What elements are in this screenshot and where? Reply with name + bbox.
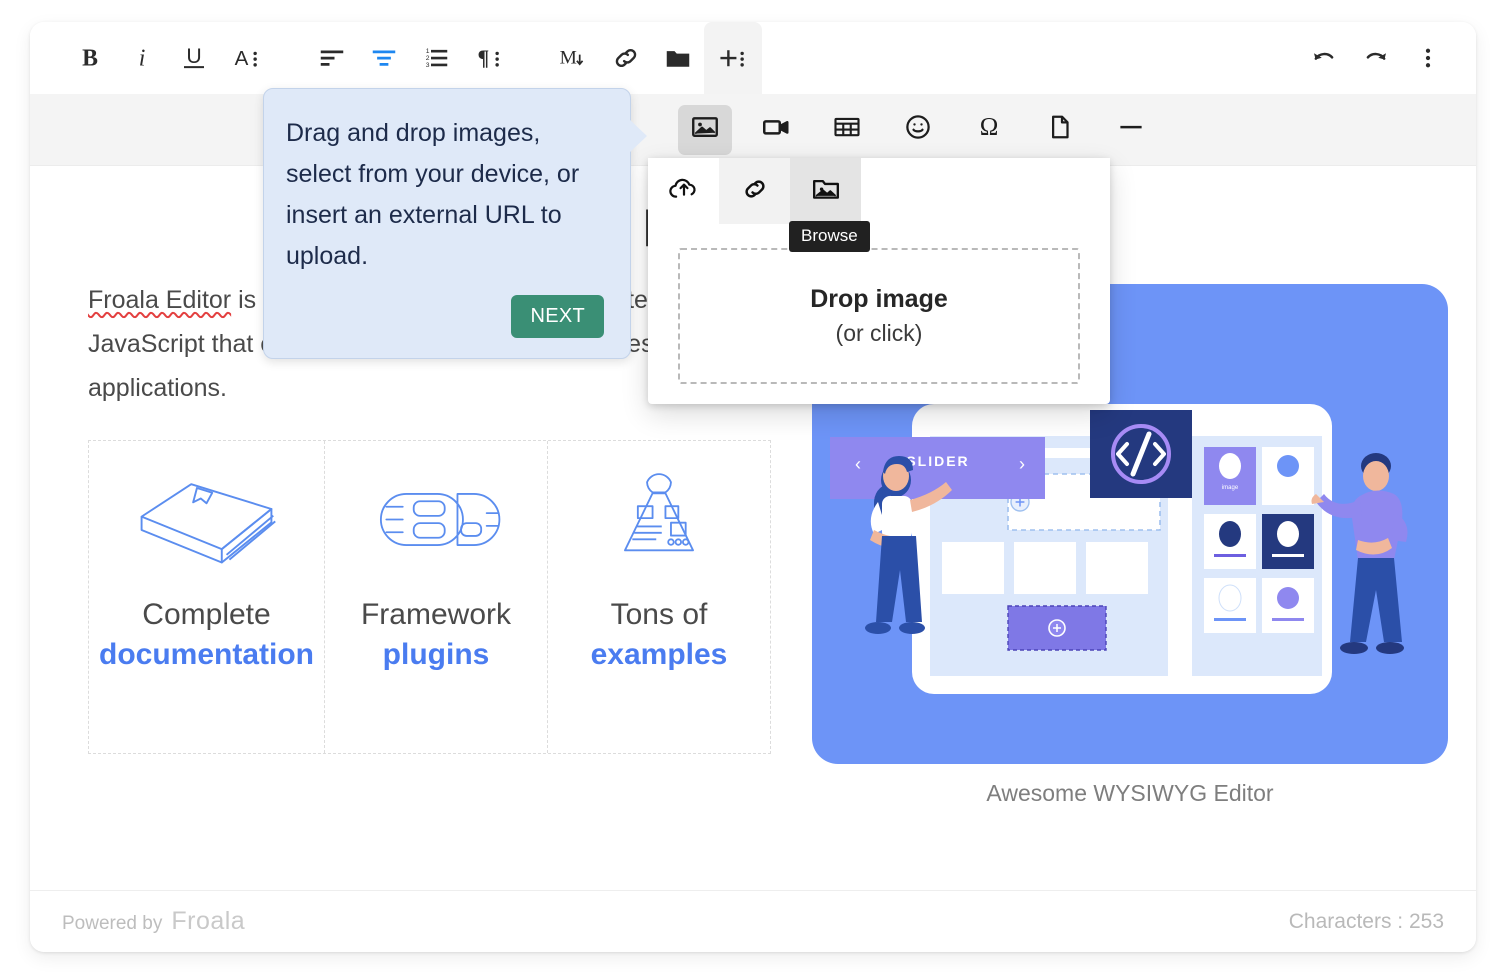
align-left-icon [317,43,347,73]
coach-mark-tooltip: Drag and drop images, select from your d… [263,88,647,359]
insert-link-button[interactable] [600,32,652,84]
ordered-list-button[interactable]: 1 2 3 [410,32,462,84]
froala-brand: Froala [171,907,246,935]
cloud-upload-icon [668,174,700,209]
folder-icon [663,43,693,73]
feature-card: Complete documentation [89,441,325,754]
paragraph-format-button[interactable]: ¶ [462,32,514,84]
link-icon [611,43,641,73]
svg-text:A: A [235,47,249,70]
omega-icon: Ω [974,112,1004,147]
svg-text:3: 3 [426,62,430,69]
feature-card: Framework plugins [325,441,548,754]
plugin-icon [335,459,537,579]
image-dropzone[interactable]: Drop image (or click) [678,248,1080,384]
svg-text:›: › [1019,454,1025,474]
insert-image-button[interactable] [678,104,732,155]
numbered-list-icon: 1 2 3 [421,43,451,73]
svg-text:¶: ¶ [478,46,490,70]
underline-button[interactable]: U [168,32,220,84]
underline-icon: U [179,43,209,73]
svg-text:image: image [1222,485,1239,491]
upload-image-tab[interactable] [648,158,719,224]
status-bar: Powered by Froala Characters : 253 [30,890,1476,952]
image-folder-icon [810,174,842,209]
insert-video-button[interactable] [749,105,803,155]
misspelled-word: Froala Editor [88,286,232,315]
image-caption: Awesome WYSIWYG Editor [986,780,1274,807]
align-center-icon [369,43,399,73]
more-insert-button[interactable] [704,22,762,94]
svg-text:SLIDER: SLIDER [906,453,969,469]
plus-more-icon [717,43,749,73]
horizontal-line-button[interactable] [1104,105,1158,155]
feature-card-group: Complete documentation Framework plugins… [88,440,771,755]
by-url-tab[interactable] [719,158,790,224]
markdown-button[interactable]: M [548,32,600,84]
dropzone-subtitle: (or click) [835,320,923,346]
undo-button[interactable] [1298,32,1350,84]
svg-text:B: B [82,46,98,72]
kebab-menu-icon [1413,43,1443,73]
svg-text:U: U [186,44,201,68]
bold-button[interactable]: B [64,32,116,84]
feature-card-line2: documentation [99,637,314,671]
book-icon [99,459,314,579]
feature-card: Tons of examples [548,441,770,753]
screen-root: B i U A 1 2 3 ¶ M Ω Froala Editor is Jav… [0,0,1500,974]
feature-card-line1: Tons of [610,598,708,632]
smiley-icon [903,112,933,147]
dropzone-title: Drop image [810,285,948,313]
svg-text:Ω: Ω [980,114,999,141]
align-center-button[interactable] [358,32,410,84]
bold-icon: B [75,43,105,73]
file-manager-button[interactable] [652,32,704,84]
file-icon [1045,112,1075,147]
redo-icon [1361,43,1391,73]
italic-button[interactable]: i [116,32,168,84]
character-count: Characters : 253 [1288,909,1444,933]
weight-icon [558,459,760,579]
browse-tab[interactable] [790,158,861,224]
feature-card-line2: plugins [382,637,490,671]
feature-card-line1: Complete [142,598,271,632]
paragraph-icon: ¶ [472,43,504,73]
insert-table-button[interactable] [820,105,874,155]
redo-button[interactable] [1350,32,1402,84]
svg-text:i: i [139,46,146,72]
undo-icon [1309,43,1339,73]
coach-next-button[interactable]: NEXT [511,295,604,338]
powered-by: Powered by Froala [62,907,245,936]
special-character-button[interactable]: Ω [962,105,1016,155]
svg-text:‹: ‹ [855,454,861,474]
video-icon [761,112,791,147]
browse-tooltip: Browse [789,221,870,252]
feature-card-line1: Framework [360,598,511,632]
font-style-icon: A [230,43,262,73]
table-icon [832,112,862,147]
image-upload-popup: Browse Drop image (or click) [648,158,1110,404]
more-options-button[interactable] [1402,32,1454,84]
coach-mark-arrow [629,119,647,153]
feature-card-line2: examples [590,637,728,671]
image-icon [690,112,720,147]
svg-text:M: M [560,48,577,69]
image-popup-tabs [648,158,1110,224]
coach-mark-actions: NEXT [286,295,604,338]
italic-icon: i [127,43,157,73]
svg-text:1: 1 [426,48,430,55]
insert-file-button[interactable] [1033,105,1087,155]
align-left-button[interactable] [306,32,358,84]
coach-mark-message: Drag and drop images, select from your d… [286,119,580,270]
powered-by-prefix: Powered by [62,913,163,934]
link-icon [739,174,771,209]
insert-toolbar: Ω [30,94,1476,166]
insert-emoticon-button[interactable] [891,105,945,155]
markdown-icon: M [558,43,590,73]
main-toolbar: B i U A 1 2 3 ¶ M [30,22,1476,94]
font-style-button[interactable]: A [220,32,272,84]
minus-icon [1116,112,1146,147]
